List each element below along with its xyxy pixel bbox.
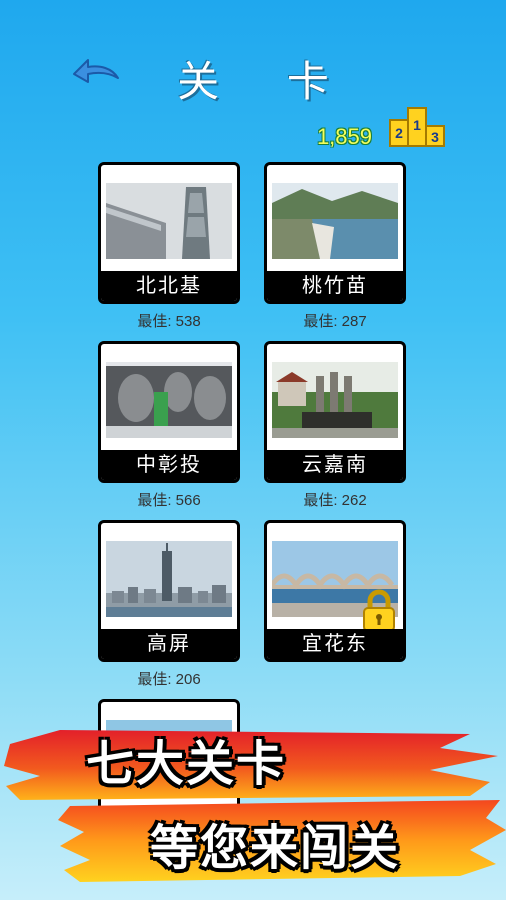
- level-card-gaoping[interactable]: 高屏: [98, 520, 240, 662]
- level-best-score: 最佳: 538: [137, 313, 201, 330]
- slogan-line-2: 等您来闯关: [150, 822, 401, 875]
- level-card-taozhumiao[interactable]: 桃竹苗: [264, 162, 406, 304]
- level-card-beibeiji[interactable]: 北北基: [98, 162, 240, 304]
- dam-lake-photo: [272, 183, 398, 259]
- level-name: 北北基: [101, 271, 237, 301]
- level-best-score: 最佳: 206: [137, 671, 201, 688]
- taipei-101-photo: [106, 183, 232, 259]
- level-card-yihuadong[interactable]: 宜花东: [264, 520, 406, 662]
- podium-digit-3: 3: [431, 129, 439, 145]
- lock-icon: [363, 589, 395, 632]
- level-best-score: 最佳: 262: [303, 492, 367, 509]
- slogan-line-1: 七大关卡: [86, 738, 287, 791]
- podium-digit-2: 2: [395, 125, 403, 141]
- level-best-score: 最佳: 566: [137, 492, 201, 509]
- level-name: 高屏: [101, 629, 237, 659]
- score-display: 1,859: [316, 124, 372, 149]
- kaohsiung-skyline-photo: [106, 541, 232, 617]
- level-name: 桃竹苗: [267, 271, 403, 301]
- level-card-yunjianan[interactable]: 云嘉南: [264, 341, 406, 483]
- level-name: 云嘉南: [267, 450, 403, 480]
- monument-photo: [272, 362, 398, 438]
- page-title: 关 卡: [177, 58, 357, 105]
- opera-house-photo: [106, 362, 232, 438]
- level-best-score: 最佳: 287: [303, 313, 367, 330]
- level-name: 中彰投: [101, 450, 237, 480]
- promo-banner: 七大关卡 等您来闯关: [0, 700, 506, 900]
- podium-icon: 2 1 3: [389, 107, 445, 147]
- leaderboard-button[interactable]: 2 1 3: [386, 106, 448, 148]
- level-card-zhongzhangtou[interactable]: 中彰投: [98, 341, 240, 483]
- level-name: 宜花东: [267, 629, 403, 659]
- podium-digit-1: 1: [413, 117, 421, 133]
